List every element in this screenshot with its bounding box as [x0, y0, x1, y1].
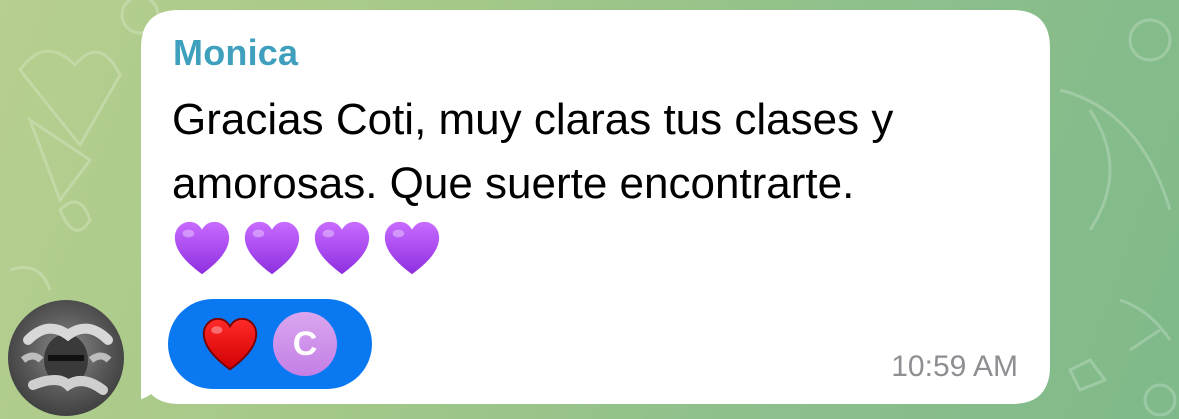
purple-heart-icon — [314, 221, 370, 275]
purple-heart-icon — [384, 221, 440, 275]
emoji-row — [171, 218, 443, 280]
purple-heart-icon — [244, 221, 300, 275]
reactor-avatar[interactable]: C — [273, 312, 337, 376]
message-bubble[interactable]: Monica Gracias Coti, muy claras tus clas… — [141, 10, 1050, 404]
message-text: Gracias Coti, muy claras tus clases y am… — [172, 95, 894, 208]
reaction-pill[interactable]: C — [168, 299, 372, 389]
avatar-photo — [20, 323, 113, 395]
sender-name[interactable]: Monica — [173, 32, 298, 74]
red-heart-icon — [202, 317, 258, 371]
message-timestamp: 10:59 AM — [891, 350, 1018, 383]
sender-avatar[interactable] — [8, 300, 124, 416]
purple-heart-icon — [174, 221, 230, 275]
